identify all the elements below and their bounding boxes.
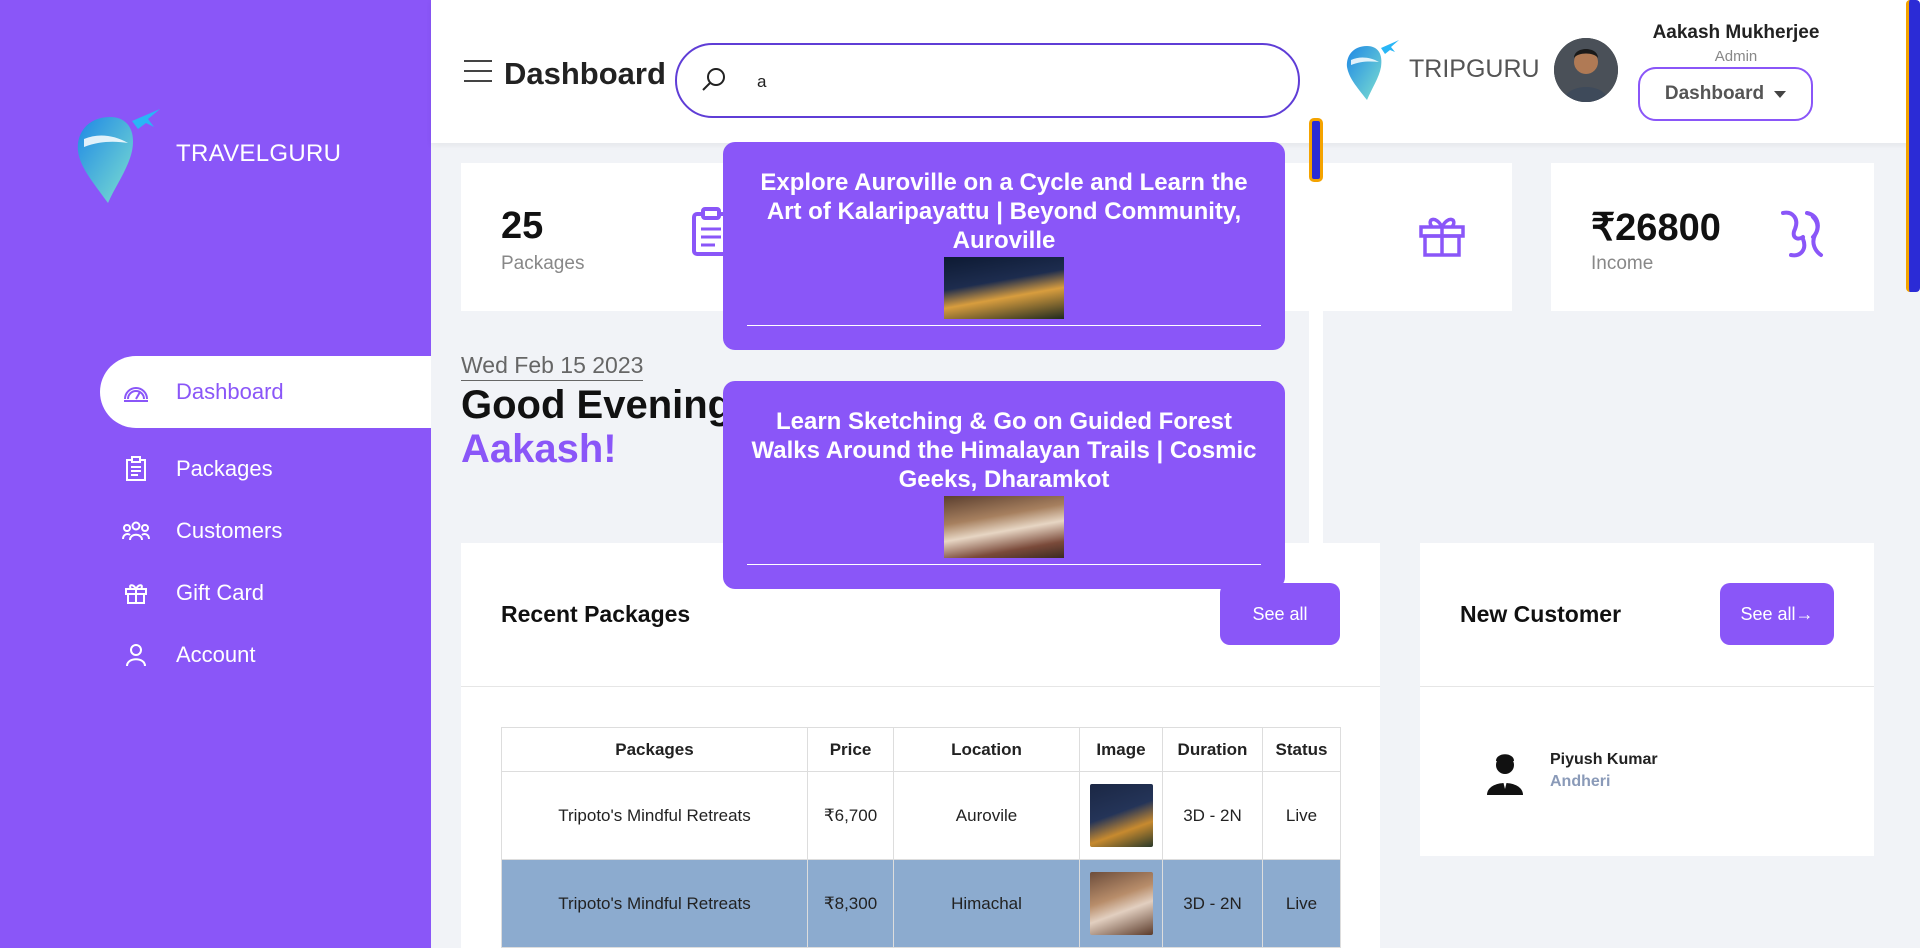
divider [747, 325, 1261, 326]
search-result-item[interactable]: Explore Auroville on a Cycle and Learn t… [723, 142, 1285, 350]
column-header: Location [893, 727, 1080, 772]
package-image [1079, 771, 1163, 860]
greeting-name: Aakash! [461, 427, 617, 471]
stat-card-income: ₹26800 Income [1551, 163, 1874, 311]
dashboard-gauge-icon [122, 378, 150, 406]
package-price: ₹6,700 [807, 771, 894, 860]
sidebar: TRAVELGURU Dashboard Packages Customers … [0, 0, 431, 948]
column-header: Packages [501, 727, 808, 772]
column-header: Status [1262, 727, 1341, 772]
package-status: Live [1262, 771, 1341, 860]
package-name: Tripoto's Mindful Retreats [501, 771, 808, 860]
package-thumbnail [1089, 872, 1153, 935]
sidebar-item-label: Customers [176, 518, 283, 543]
stat-value: 25 [501, 205, 544, 247]
sidebar-nav: Dashboard Packages Customers Gift Card A… [100, 356, 431, 686]
logo-pin-icon [1346, 40, 1399, 100]
sidebar-item-packages[interactable]: Packages [100, 438, 431, 500]
search-input[interactable] [757, 67, 1257, 97]
package-location: Aurovile [893, 771, 1080, 860]
package-location: Himachal [893, 859, 1080, 948]
top-header: Dashboard TRIPGURU Aakash Mukherjee Admi… [431, 0, 1920, 143]
brand-name: TRIPGURU [1409, 54, 1540, 83]
package-duration: 3D - 2N [1162, 771, 1263, 860]
user-icon [122, 641, 150, 669]
package-name: Tripoto's Mindful Retreats [501, 859, 808, 948]
stat-value: ₹26800 [1591, 207, 1721, 249]
user-name: Aakash Mukherjee [1652, 22, 1820, 43]
stat-label: Income [1591, 253, 1654, 274]
customer-name: Piyush Kumar [1550, 751, 1658, 768]
caret-down-icon [1774, 90, 1787, 98]
result-thumbnail [944, 496, 1064, 558]
sidebar-item-label: Account [176, 642, 256, 667]
package-price: ₹8,300 [807, 859, 894, 948]
customer-avatar-icon [1480, 747, 1530, 797]
clipboard-icon [122, 455, 150, 483]
users-icon [122, 517, 150, 545]
sidebar-item-dashboard[interactable]: Dashboard [100, 356, 431, 428]
travelguru-logo[interactable]: TRAVELGURU [70, 105, 341, 203]
package-status: Live [1262, 859, 1341, 948]
divider [747, 564, 1261, 565]
sidebar-item-customers[interactable]: Customers [100, 500, 431, 562]
page-title: Dashboard [504, 56, 666, 91]
see-all-packages-button[interactable]: See all [1220, 583, 1340, 645]
see-all-customers-button[interactable]: See all→ [1720, 583, 1834, 645]
dashboard-dropdown-button[interactable]: Dashboard [1638, 67, 1813, 121]
see-all-label: See all [1252, 603, 1308, 624]
column-header: Duration [1162, 727, 1263, 772]
search-result-item[interactable]: Learn Sketching & Go on Guided Forest Wa… [723, 381, 1285, 589]
search-icon [699, 65, 729, 100]
sidebar-item-label: Packages [176, 456, 273, 481]
table-row[interactable]: Tripoto's Mindful Retreats ₹8,300 Himach… [501, 859, 1341, 948]
result-title: Learn Sketching & Go on Guided Forest Wa… [751, 408, 1257, 493]
gift-icon [122, 579, 150, 607]
hamburger-menu-icon[interactable] [464, 60, 492, 82]
column-header: Price [807, 727, 894, 772]
recent-packages-card: Recent Packages See all Packages Price L… [461, 543, 1380, 948]
section-title: New Customer [1460, 601, 1622, 627]
sidebar-item-gift-card[interactable]: Gift Card [100, 562, 431, 624]
section-title: Recent Packages [501, 601, 691, 627]
stat-label: Packages [501, 253, 585, 274]
greeting-text: Good Evening [461, 383, 733, 427]
divider [461, 686, 1380, 687]
customer-location: Andheri [1550, 773, 1611, 790]
avatar[interactable] [1554, 38, 1618, 102]
income-icon [1777, 207, 1827, 266]
package-image [1079, 859, 1163, 948]
packages-table: Packages Price Location Image Duration S… [501, 727, 1341, 948]
logo-pin-icon [77, 109, 160, 203]
dropdown-scrollbar-track[interactable] [1309, 182, 1323, 582]
table-row[interactable]: Tripoto's Mindful Retreats ₹6,700 Aurovi… [501, 771, 1341, 860]
column-header: Image [1079, 727, 1163, 772]
gift-icon [1418, 213, 1466, 262]
new-customer-card: New Customer See all→ Piyush Kumar Andhe… [1420, 543, 1874, 856]
sidebar-item-label: Gift Card [176, 580, 265, 605]
sidebar-item-label: Dashboard [176, 379, 284, 404]
page-scrollbar[interactable] [1906, 0, 1920, 292]
current-date: Wed Feb 15 2023 [461, 352, 644, 381]
divider [1420, 686, 1874, 687]
dropdown-scrollbar-thumb[interactable] [1309, 118, 1323, 182]
package-thumbnail [1089, 784, 1153, 847]
package-duration: 3D - 2N [1162, 859, 1263, 948]
user-role: Admin [1714, 48, 1758, 65]
result-thumbnail [944, 257, 1064, 319]
sidebar-item-account[interactable]: Account [100, 624, 431, 686]
dropdown-label: Dashboard [1664, 83, 1765, 104]
search-bar[interactable] [675, 43, 1300, 118]
brand-name: TRAVELGURU [176, 140, 342, 167]
tripguru-logo[interactable]: TRIPGURU [1343, 38, 1540, 100]
result-title: Explore Auroville on a Cycle and Learn t… [760, 169, 1248, 254]
see-all-label: See all→ [1740, 603, 1814, 624]
